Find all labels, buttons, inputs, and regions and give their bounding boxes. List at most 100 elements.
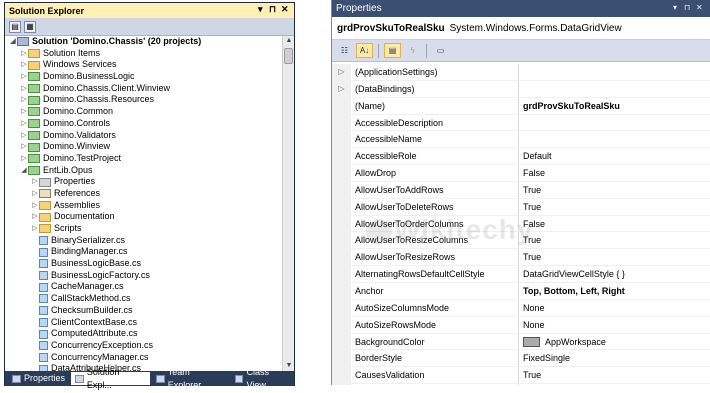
property-value[interactable]: None <box>519 300 710 316</box>
property-name[interactable]: AccessibleDescription <box>351 114 519 131</box>
expand-arrow-icon[interactable]: ▷ <box>20 130 28 142</box>
expand-arrow-icon[interactable]: ▷ <box>20 94 28 106</box>
properties-icon[interactable]: ▤ <box>9 20 21 33</box>
property-name[interactable]: AutoSizeRowsMode <box>351 316 519 333</box>
tree-item[interactable]: ▷ Domino.Validators <box>5 130 282 142</box>
property-value[interactable]: DataGridViewCellStyle { } <box>519 266 710 282</box>
tree-item[interactable]: ▷ Domino.Chassis.Client.Winview <box>5 83 282 95</box>
tree-item[interactable]: ▷ Windows Services <box>5 59 282 71</box>
property-value[interactable]: True <box>519 182 710 198</box>
property-row[interactable]: AllowUserToResizeRows True <box>332 249 710 267</box>
expand-arrow-icon[interactable]: ▷ <box>31 188 39 200</box>
property-value[interactable]: True <box>519 367 710 383</box>
tree-item[interactable]: CacheManager.cs <box>5 281 282 293</box>
expand-arrow-icon[interactable]: ▷ <box>20 106 28 118</box>
property-row[interactable]: BackgroundColor AppWorkspace <box>332 333 710 351</box>
property-value[interactable]: Top, Bottom, Left, Right <box>519 283 710 299</box>
property-value[interactable]: FixedSingle <box>519 350 710 366</box>
tree-item[interactable]: ▷ Domino.Winview <box>5 141 282 153</box>
property-value[interactable]: AppWorkspace <box>519 334 710 350</box>
tree-item[interactable]: ◢ Solution 'Domino.Chassis' (20 projects) <box>5 36 282 48</box>
auto-hide-pin-icon[interactable]: ⊓ <box>684 3 690 12</box>
window-position-icon[interactable]: ▾ <box>673 3 677 12</box>
property-row[interactable]: AllowUserToOrderColumns False <box>332 215 710 233</box>
property-value[interactable]: True <box>519 199 710 215</box>
tab-team-explorer[interactable]: Team Explorer <box>152 367 229 390</box>
property-name[interactable]: AllowUserToOrderColumns <box>351 215 519 232</box>
property-row[interactable]: AllowDrop False <box>332 165 710 182</box>
property-name[interactable]: AccessibleName <box>351 131 519 148</box>
tab-properties[interactable]: Properties <box>8 372 69 385</box>
tree-item[interactable]: ChecksumBuilder.cs <box>5 305 282 317</box>
tree-item[interactable]: ▷ Properties <box>5 176 282 188</box>
tree-item[interactable]: ▷ Domino.Controls <box>5 118 282 130</box>
tree-item[interactable]: ▷ Domino.Common <box>5 106 282 118</box>
property-value[interactable]: None <box>519 317 710 333</box>
tree-item[interactable]: ConcurrencyException.cs <box>5 340 282 352</box>
property-name[interactable]: (ApplicationSettings) <box>351 64 519 80</box>
solution-explorer-titlebar[interactable]: Solution Explorer ▾ ⊓ ✕ <box>5 3 294 18</box>
property-pages-icon[interactable]: ▭ <box>432 43 449 58</box>
scroll-up-icon[interactable]: ▲ <box>283 36 295 46</box>
auto-hide-pin-icon[interactable]: ⊓ <box>269 4 276 15</box>
property-value[interactable] <box>519 115 710 131</box>
tree-item[interactable]: ▷ Scripts <box>5 223 282 235</box>
tree-item[interactable]: ▷ Domino.Chassis.Resources <box>5 94 282 106</box>
property-row[interactable]: CausesValidation True <box>332 367 710 385</box>
tab-class-view[interactable]: Class View <box>231 367 294 390</box>
property-name[interactable]: AllowUserToAddRows <box>351 181 519 198</box>
property-name[interactable]: AllowDrop <box>351 165 519 181</box>
property-row[interactable]: AutoSizeColumnsMode None <box>332 299 710 317</box>
tree-item[interactable]: ▷ Solution Items <box>5 48 282 60</box>
property-row[interactable]: Anchor Top, Bottom, Left, Right <box>332 282 710 300</box>
show-all-files-icon[interactable]: ▦ <box>24 20 36 33</box>
property-name[interactable]: (Name) <box>351 97 519 114</box>
property-name[interactable]: AllowUserToResizeColumns <box>351 232 519 249</box>
property-row[interactable]: CellBorderStyleSingle <box>332 384 710 385</box>
properties-titlebar[interactable]: Properties ▾ ⊓ ✕ <box>332 0 710 17</box>
expand-arrow-icon[interactable]: ▷ <box>332 64 351 80</box>
expand-arrow-icon[interactable]: ▷ <box>20 83 28 95</box>
properties-icon[interactable]: ▤ <box>384 43 401 58</box>
property-value[interactable]: True <box>519 232 710 248</box>
expand-arrow-icon[interactable]: ▷ <box>20 59 28 71</box>
window-position-icon[interactable]: ▾ <box>258 4 263 15</box>
property-row[interactable]: AllowUserToAddRows True <box>332 181 710 199</box>
property-row[interactable]: ▷ (ApplicationSettings) <box>332 64 710 81</box>
tree-item[interactable]: ▷ Assemblies <box>5 200 282 212</box>
tree-item[interactable]: ▷ References <box>5 188 282 200</box>
property-name[interactable]: BackgroundColor <box>351 333 519 350</box>
property-name[interactable]: (DataBindings) <box>351 80 519 97</box>
expand-arrow-icon[interactable]: ▷ <box>31 200 39 212</box>
property-row[interactable]: BorderStyle FixedSingle <box>332 350 710 368</box>
expand-arrow-icon[interactable]: ▷ <box>20 141 28 153</box>
scrollbar-thumb[interactable] <box>284 48 293 64</box>
property-value[interactable]: True <box>519 249 710 265</box>
property-row[interactable]: (Name) grdProvSkuToRealSku <box>332 97 710 115</box>
categorized-icon[interactable]: ☷ <box>336 43 353 58</box>
tree-item[interactable]: BusinessLogicBase.cs <box>5 258 282 270</box>
tab-solution-expl[interactable]: Solution Expl... <box>71 367 150 390</box>
expand-arrow-icon[interactable]: ▷ <box>31 223 39 235</box>
tree-item[interactable]: BinarySerializer.cs <box>5 235 282 247</box>
property-name[interactable]: CausesValidation <box>351 367 519 384</box>
property-name[interactable]: AllowUserToResizeRows <box>351 249 519 266</box>
tree-item[interactable]: BindingManager.cs <box>5 246 282 258</box>
property-row[interactable]: ▷ (DataBindings) <box>332 80 710 98</box>
expand-arrow-icon[interactable]: ▷ <box>332 80 351 97</box>
property-row[interactable]: AccessibleRole Default <box>332 148 710 166</box>
property-value[interactable] <box>519 64 710 80</box>
property-name[interactable]: Anchor <box>351 282 519 299</box>
alphabetical-icon[interactable]: A↓ <box>356 43 373 58</box>
property-name[interactable]: CellBorderStyle <box>351 384 519 385</box>
property-name[interactable]: AlternatingRowsDefaultCellStyle <box>351 266 519 282</box>
property-value[interactable] <box>519 131 710 147</box>
property-row[interactable]: AccessibleDescription <box>332 114 710 132</box>
object-selector[interactable]: grdProvSkuToRealSku System.Windows.Forms… <box>332 17 710 40</box>
tree-item[interactable]: ComputedAttribute.cs <box>5 328 282 340</box>
property-name[interactable]: AccessibleRole <box>351 148 519 165</box>
tree-item[interactable]: ▷ Domino.BusinessLogic <box>5 71 282 83</box>
property-row[interactable]: AllowUserToDeleteRows True <box>332 198 710 216</box>
property-name[interactable]: AllowUserToDeleteRows <box>351 198 519 215</box>
expand-arrow-icon[interactable]: ▷ <box>31 211 39 223</box>
